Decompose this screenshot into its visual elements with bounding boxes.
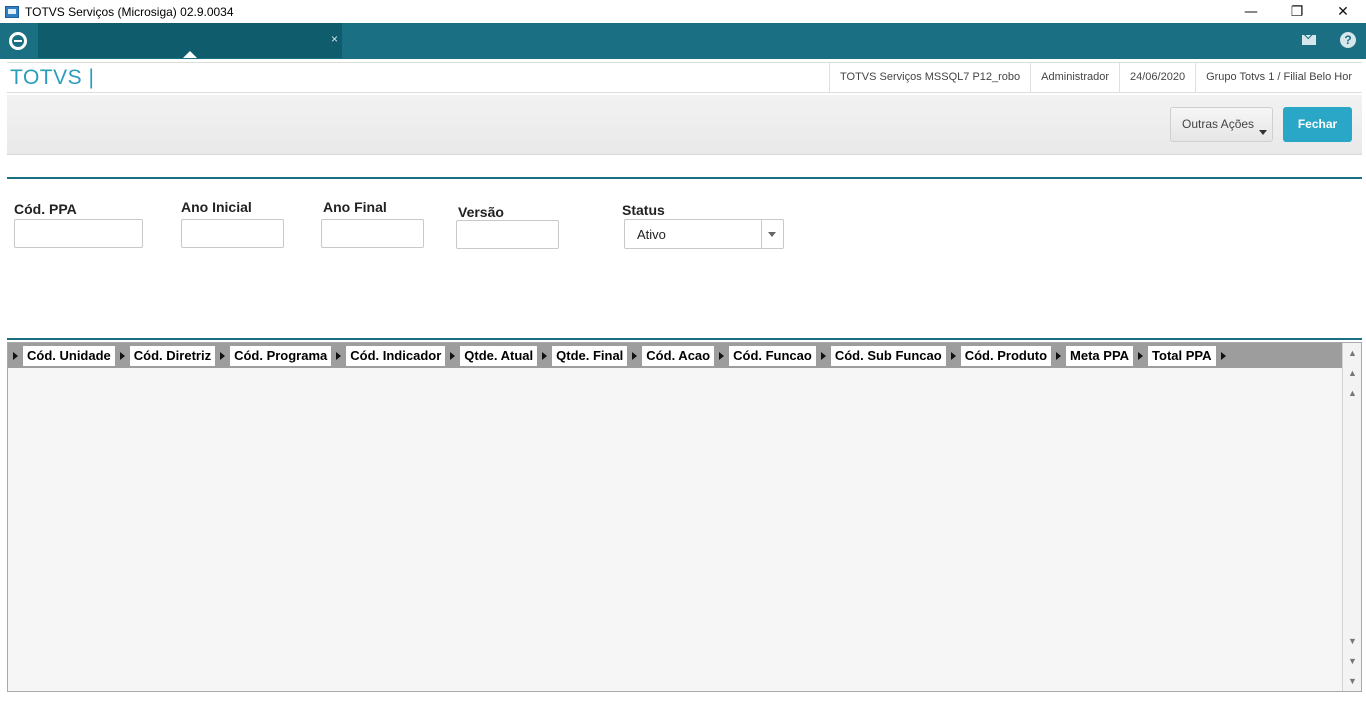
grid-body[interactable] (8, 368, 1343, 691)
date-label: 24/06/2020 (1119, 63, 1195, 92)
tab-active[interactable]: × (38, 23, 342, 58)
app-window-icon (5, 5, 19, 18)
appbar-actions: ? (1302, 32, 1356, 48)
chevron-down-icon (1259, 130, 1267, 135)
totvs-logo-icon[interactable] (9, 32, 27, 50)
status-label: Status (622, 202, 665, 218)
column-label: Cód. Programa (230, 345, 332, 366)
column-header[interactable]: Cód. Produto (946, 343, 1052, 368)
column-header[interactable]: Cód. Indicador (331, 343, 446, 368)
versao-input[interactable] (456, 220, 559, 249)
cod-ppa-label: Cód. PPA (14, 201, 77, 217)
column-arrow-icon (450, 351, 456, 360)
column-label: Cód. Unidade (23, 345, 115, 366)
company-label: Grupo Totvs 1 / Filial Belo Hor (1195, 63, 1362, 92)
column-label: Cód. Indicador (346, 345, 446, 366)
scroll-top-icon[interactable]: ▲ (1347, 347, 1358, 359)
column-arrow-icon (13, 351, 18, 360)
window-titlebar: TOTVS Serviços (Microsiga) 02.9.0034 — ❐… (0, 0, 1366, 23)
app-bar: × ? (0, 23, 1366, 59)
column-arrow-icon (1056, 351, 1062, 360)
column-arrow-icon (119, 351, 125, 360)
status-select[interactable]: Ativo (624, 219, 784, 249)
column-label: Cód. Diretriz (129, 345, 216, 366)
ano-inicial-input[interactable] (181, 219, 284, 248)
column-header[interactable]: Cód. Programa (215, 343, 332, 368)
ano-final-input[interactable] (321, 219, 424, 248)
column-arrow-icon (820, 351, 826, 360)
tab-caret-icon (183, 51, 197, 58)
action-toolbar: Outras Ações Fechar (7, 95, 1362, 155)
column-arrow-icon (632, 351, 638, 360)
more-actions-label: Outras Ações (1182, 117, 1255, 131)
column-header[interactable]: Qtde. Atual (445, 343, 538, 368)
column-label: Cód. Produto (960, 345, 1052, 366)
column-label: Total PPA (1148, 345, 1216, 366)
column-arrow-icon (719, 351, 725, 360)
column-label: Cód. Sub Funcao (830, 345, 946, 366)
ano-inicial-label: Ano Inicial (181, 199, 252, 215)
help-icon[interactable]: ? (1340, 32, 1356, 48)
session-info: TOTVS Serviços MSSQL7 P12_robo Administr… (829, 63, 1362, 92)
scroll-page-up-icon[interactable]: ▲ (1347, 367, 1358, 379)
scroll-down-icon[interactable]: ▼ (1347, 635, 1358, 647)
column-arrow-icon (1220, 351, 1226, 360)
column-label: Cód. Funcao (729, 345, 816, 366)
scroll-page-down-icon[interactable]: ▼ (1347, 655, 1358, 667)
column-label: Cód. Acao (642, 345, 715, 366)
page-header: TOTVS | TOTVS Serviços MSSQL7 P12_robo A… (7, 62, 1362, 93)
cod-ppa-input[interactable] (14, 219, 143, 248)
column-arrow-icon (542, 351, 548, 360)
grid-header: Cód. Unidade Cód. Diretriz Cód. Programa… (8, 343, 1343, 368)
form-separator (7, 177, 1362, 179)
column-header[interactable]: Total PPA (1133, 343, 1230, 368)
user-label: Administrador (1030, 63, 1119, 92)
column-header[interactable]: Meta PPA (1051, 343, 1134, 368)
chevron-down-icon[interactable] (761, 220, 783, 248)
column-arrow-icon (1138, 351, 1144, 360)
column-label: Qtde. Final (552, 345, 628, 366)
column-label: Meta PPA (1066, 345, 1134, 366)
tab-close-icon[interactable]: × (331, 32, 338, 46)
ppa-grid: Cód. Unidade Cód. Diretriz Cód. Programa… (7, 342, 1362, 692)
close-button[interactable]: Fechar (1283, 107, 1352, 142)
column-header[interactable]: Cód. Sub Funcao (816, 343, 946, 368)
column-header[interactable]: Qtde. Final (537, 343, 628, 368)
column-label: Qtde. Atual (460, 345, 538, 366)
column-header[interactable]: Cód. Diretriz (115, 343, 216, 368)
more-actions-button[interactable]: Outras Ações (1170, 107, 1273, 142)
column-header[interactable]: Cód. Unidade (8, 343, 115, 368)
scroll-up-icon[interactable]: ▲ (1347, 387, 1358, 399)
brand-title: TOTVS | (10, 66, 95, 89)
column-header[interactable]: Cód. Acao (627, 343, 715, 368)
status-selected-value: Ativo (637, 227, 666, 242)
versao-label: Versão (458, 204, 504, 220)
vertical-scrollbar[interactable]: ▲ ▲ ▲ ▼ ▼ ▼ (1342, 343, 1361, 691)
restore-button[interactable]: ❐ (1274, 0, 1320, 23)
column-arrow-icon (336, 351, 342, 360)
grid-separator (7, 338, 1362, 340)
close-window-button[interactable]: ✕ (1320, 0, 1366, 23)
column-arrow-icon (950, 351, 956, 360)
column-header[interactable]: Cód. Funcao (714, 343, 816, 368)
ano-final-label: Ano Final (323, 199, 387, 215)
window-title: TOTVS Serviços (Microsiga) 02.9.0034 (25, 4, 234, 19)
environment-label: TOTVS Serviços MSSQL7 P12_robo (829, 63, 1030, 92)
scroll-bottom-icon[interactable]: ▼ (1347, 675, 1358, 687)
column-arrow-icon (220, 351, 226, 360)
minimize-button[interactable]: — (1228, 0, 1274, 23)
window-controls: — ❐ ✕ (1228, 0, 1366, 23)
mail-icon[interactable] (1302, 35, 1316, 45)
